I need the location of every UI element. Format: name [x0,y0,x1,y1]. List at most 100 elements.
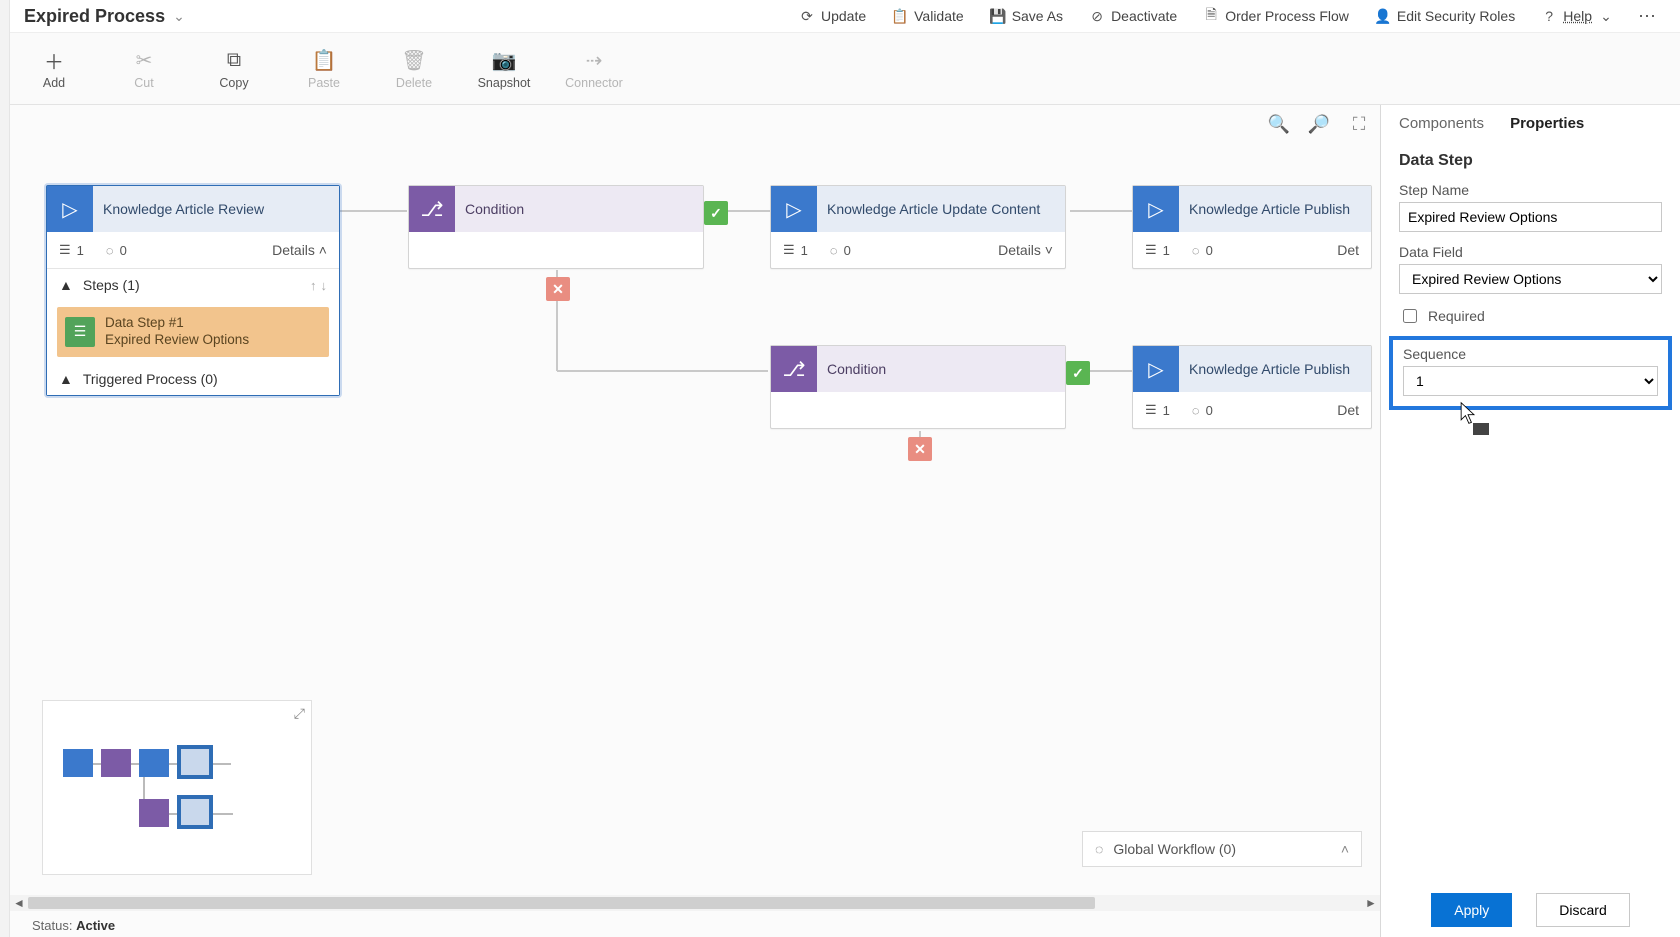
global-workflow-bar[interactable]: ◌ Global Workflow (0) ˄ [1082,831,1362,867]
minimap[interactable]: ⤢ [42,700,312,875]
sequence-label: Sequence [1403,346,1658,362]
status-bar: Status: Active [32,918,115,933]
stage-title: Knowledge Article Publish [1179,186,1371,232]
tab-components[interactable]: Components [1399,115,1484,136]
data-field-select[interactable]: Expired Review Options [1399,264,1662,294]
steps-count: ☰ 1 [1145,242,1170,258]
apply-button[interactable]: Apply [1431,893,1512,927]
stage-title: Knowledge Article Review [93,186,339,232]
pending-count: ◌ 0 [830,243,851,258]
validate-button[interactable]: 📋 Validate [882,4,974,28]
condition-title: Condition [455,186,703,232]
snapshot-button[interactable]: 📷Snapshot [474,48,534,90]
condition-title: Condition [817,346,1065,392]
help-icon: ? [1541,8,1557,24]
details-toggle[interactable]: Details ˅ [998,242,1053,258]
horizontal-scrollbar[interactable]: ◄ ► [10,895,1380,911]
data-step-item[interactable]: ☰ Data Step #1 Expired Review Options [57,307,329,357]
cut-button[interactable]: ✂Cut [114,48,174,90]
connector-button[interactable]: ⇢ Connector [564,48,624,90]
pending-count: ◌ 0 [106,243,127,258]
save-icon: 💾 [990,8,1006,24]
sequence-highlight: Sequence 1 [1389,336,1672,410]
workflow-icon: ◌ [1095,841,1103,857]
label: Add [43,76,65,90]
properties-panel: Components Properties Data Step Step Nam… [1380,105,1680,937]
label: Validate [914,8,964,24]
label: Paste [308,76,340,90]
condition-icon: ⎇ [409,186,455,232]
pending-count: ◌ 0 [1192,403,1213,418]
scroll-left-arrow[interactable]: ◄ [10,896,28,910]
status-label: Status: [32,918,72,933]
step-name-input[interactable] [1399,202,1662,232]
triggered-process-header[interactable]: ▲ Triggered Process (0) [47,363,339,395]
required-checkbox[interactable] [1403,309,1417,323]
paste-button[interactable]: 📋Paste [294,48,354,90]
chevron-down-icon: ⌄ [1598,8,1614,24]
add-button[interactable]: ＋ Add [24,48,84,90]
details-toggle[interactable]: Det [1337,242,1359,258]
sequence-select[interactable]: 1 [1403,366,1658,396]
label: Connector [565,76,623,90]
tab-properties[interactable]: Properties [1510,115,1584,136]
details-toggle[interactable]: Details ˄ [272,242,327,258]
label: Copy [219,76,248,90]
edit-security-button[interactable]: 👤Edit Security Roles [1365,4,1525,28]
panel-section-title: Data Step [1399,152,1662,170]
update-button[interactable]: ⟳ Update [789,4,876,28]
deactivate-button[interactable]: ⊘ Deactivate [1079,4,1187,28]
discard-button[interactable]: Discard [1536,893,1629,927]
data-step-subtitle: Expired Review Options [105,332,249,349]
stage-icon: ▷ [771,186,817,232]
deactivate-icon: ⊘ [1089,8,1105,24]
steps-header[interactable]: ▲ Steps (1) ↑↓ [47,269,339,301]
move-up-icon[interactable]: ↑ [310,278,317,293]
clipboard-icon: 📋 [892,8,908,24]
label: Update [821,8,866,24]
cursor-shadow [1473,423,1489,435]
order-flow-button[interactable]: 🗎Order Process Flow [1193,4,1359,28]
label: Save As [1012,8,1063,24]
stage-title: Knowledge Article Update Content [817,186,1065,232]
pass-marker: ✓ [1066,361,1090,385]
scroll-right-arrow[interactable]: ► [1362,896,1380,910]
label: Order Process Flow [1225,8,1349,24]
copy-button[interactable]: ⧉Copy [204,48,264,90]
stage-icon: ▷ [1133,346,1179,392]
stage-publish-2[interactable]: ▷ Knowledge Article Publish ☰ 1 ◌ 0 Det [1132,345,1372,429]
stage-icon: ▷ [1133,186,1179,232]
steps-count: ☰ 1 [1145,402,1170,418]
move-down-icon[interactable]: ↓ [321,278,328,293]
plus-icon: ＋ [44,48,64,74]
steps-count: ☰ 1 [783,242,808,258]
condition-1[interactable]: ⎇ Condition [408,185,704,269]
details-toggle[interactable]: Det [1337,402,1359,418]
help-button[interactable]: ?Help⌄ [1531,4,1624,28]
refresh-icon: ⟳ [799,8,815,24]
required-label: Required [1428,308,1485,324]
stage-publish-1[interactable]: ▷ Knowledge Article Publish ☰ 1 ◌ 0 Det [1132,185,1372,269]
connector-icon: ⇢ [586,48,603,74]
person-icon: 👤 [1375,8,1391,24]
scroll-thumb[interactable] [28,897,1095,909]
page-title[interactable]: Expired Process [24,6,165,27]
label: Snapshot [478,76,531,90]
label: Deactivate [1111,8,1177,24]
pending-count: ◌ 0 [1192,243,1213,258]
chevron-up-icon: ˄ [1341,841,1349,857]
stage-review[interactable]: ▷ Knowledge Article Review ☰ 1 ◌ 0 Detai… [46,185,340,396]
fail-marker: ✕ [546,277,570,301]
condition-2[interactable]: ⎇ Condition [770,345,1066,429]
stage-icon: ▷ [47,186,93,232]
expand-icon[interactable]: ⤢ [294,705,305,722]
stage-update-content[interactable]: ▷ Knowledge Article Update Content ☰ 1 ◌… [770,185,1066,269]
label: Cut [134,76,153,90]
more-actions[interactable]: ⋯ [1630,6,1666,27]
trash-icon: 🗑 [401,48,426,74]
condition-icon: ⎇ [771,346,817,392]
save-as-button[interactable]: 💾 Save As [980,4,1073,28]
chevron-down-icon[interactable]: ⌄ [173,8,185,25]
label: Delete [396,76,432,90]
delete-button[interactable]: 🗑 Delete [384,48,444,90]
